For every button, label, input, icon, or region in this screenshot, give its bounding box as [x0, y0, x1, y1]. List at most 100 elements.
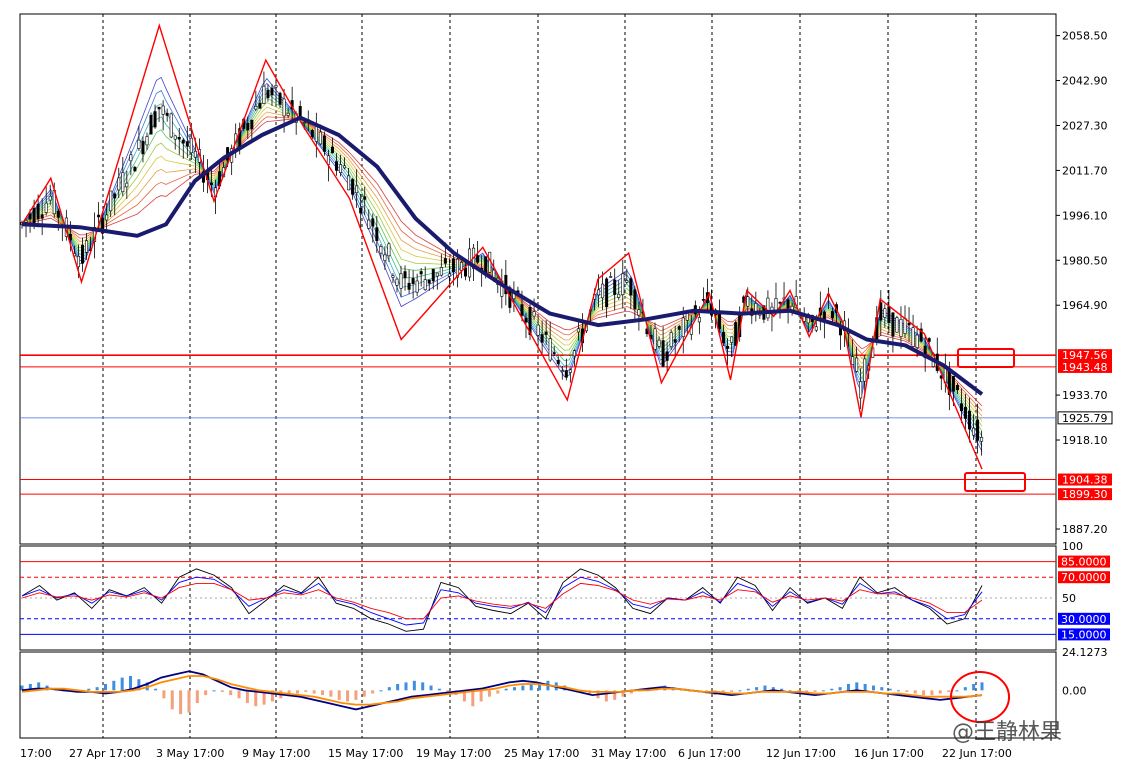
- candle-body: [246, 123, 250, 131]
- candle-body: [399, 273, 403, 289]
- candle-body: [701, 299, 705, 301]
- candle-body: [371, 218, 375, 227]
- candle-body: [387, 243, 391, 257]
- candle-body: [963, 406, 967, 419]
- candle-body: [415, 280, 419, 293]
- macd-histogram-bar: [487, 690, 491, 697]
- macd-histogram-bar: [513, 687, 517, 691]
- candle-body: [177, 136, 181, 140]
- candle-body: [141, 140, 145, 155]
- candle-body: [863, 358, 867, 382]
- candle-body: [258, 102, 262, 109]
- macd-histogram-bar: [312, 690, 316, 694]
- candle-body: [605, 278, 609, 308]
- candle-body: [673, 339, 677, 343]
- candle-body: [617, 293, 621, 298]
- candle-body: [278, 92, 282, 105]
- candle-body: [210, 182, 214, 185]
- macd-histogram-bar: [304, 690, 308, 692]
- candle-body: [859, 381, 863, 399]
- candle-body: [576, 328, 580, 333]
- macd-histogram-bar: [980, 682, 984, 691]
- x-tick-label: 3 May 17:00: [156, 747, 224, 760]
- macd-histogram-bar: [922, 690, 926, 696]
- macd-histogram-bar: [95, 687, 99, 691]
- macd-histogram-bar: [897, 690, 901, 692]
- osc-level-label: 85.0000: [1061, 556, 1107, 569]
- chart-svg[interactable]: 17:00 27 Apr 17:00 3 May 17:00 9 May 17:00 1…: [0, 0, 1130, 777]
- macd-histogram-bar: [396, 683, 400, 691]
- osc-y-tick-label: 100: [1062, 540, 1083, 553]
- candle-body: [363, 196, 367, 200]
- macd-histogram-bar: [179, 690, 183, 715]
- macd-histogram-bar: [763, 685, 767, 691]
- candle-body: [310, 130, 314, 138]
- candle-body: [879, 302, 883, 321]
- macd-histogram-bar: [947, 690, 951, 692]
- candle-body: [48, 195, 52, 201]
- macd-histogram-bar: [112, 680, 116, 691]
- macd-histogram-bar: [955, 690, 959, 692]
- candle-body: [959, 403, 963, 412]
- macd-y-tick-label: 24.1273: [1062, 646, 1108, 659]
- macd-histogram-bar: [972, 683, 976, 691]
- candle-body: [165, 112, 169, 116]
- candle-body: [544, 331, 548, 335]
- macd-histogram-bar: [746, 688, 750, 691]
- candle-body: [532, 311, 536, 317]
- osc-level-label: 70.0000: [1061, 571, 1107, 584]
- y-tick-label: 1933.70: [1062, 389, 1108, 402]
- y-tick-label: 1887.20: [1062, 523, 1108, 536]
- candle-body: [597, 289, 601, 296]
- candle-body: [681, 317, 685, 338]
- candle-body: [730, 336, 734, 343]
- candle-body: [250, 119, 254, 130]
- candle-body: [907, 322, 911, 326]
- candle-body: [149, 115, 153, 135]
- macd-histogram-bar: [938, 690, 942, 694]
- candle-body: [97, 214, 101, 218]
- macd-histogram-bar: [154, 688, 158, 691]
- candle-body: [181, 139, 185, 144]
- candle-body: [459, 261, 463, 271]
- candle-body: [254, 105, 258, 110]
- candle-body: [718, 313, 722, 329]
- macd-histogram-bar: [162, 690, 166, 699]
- candle-body: [734, 322, 738, 346]
- candle-body: [851, 356, 855, 365]
- macd-histogram-bar: [780, 688, 784, 691]
- candle-body: [951, 376, 955, 392]
- candle-body: [669, 332, 673, 347]
- macd-histogram-bar: [963, 687, 967, 691]
- candle-body: [855, 357, 859, 372]
- candle-body: [786, 299, 790, 309]
- candle-body: [44, 202, 48, 213]
- macd-histogram-bar: [371, 690, 375, 694]
- trading-chart[interactable]: 17:00 27 Apr 17:00 3 May 17:00 9 May 17:00 1…: [0, 0, 1130, 777]
- candle-body: [274, 85, 278, 88]
- macd-histogram-bar: [830, 688, 834, 691]
- macd-histogram-bar: [295, 690, 299, 694]
- macd-histogram-bar: [479, 690, 483, 702]
- candle-body: [117, 177, 121, 191]
- macd-histogram-bar: [504, 688, 508, 691]
- candle-body: [677, 326, 681, 330]
- macd-histogram-bar: [905, 690, 909, 692]
- macd-histogram-bar: [888, 688, 892, 691]
- candle-body: [359, 208, 363, 214]
- level-label: 1943.48: [1062, 361, 1108, 374]
- candle-body: [125, 182, 129, 188]
- macd-histogram-bar: [471, 690, 475, 707]
- macd-histogram-bar: [738, 690, 742, 692]
- candle-body: [157, 106, 161, 110]
- macd-histogram-bar: [120, 677, 124, 691]
- x-tick-label: 12 Jun 17:00: [766, 747, 836, 760]
- candle-body: [657, 339, 661, 347]
- candle-body: [145, 136, 149, 146]
- candle-body: [548, 338, 552, 361]
- candle-body: [814, 326, 818, 331]
- candle-body: [383, 254, 387, 261]
- macd-histogram-bar: [863, 683, 867, 691]
- candle-body: [613, 279, 617, 295]
- candle-body: [887, 306, 891, 324]
